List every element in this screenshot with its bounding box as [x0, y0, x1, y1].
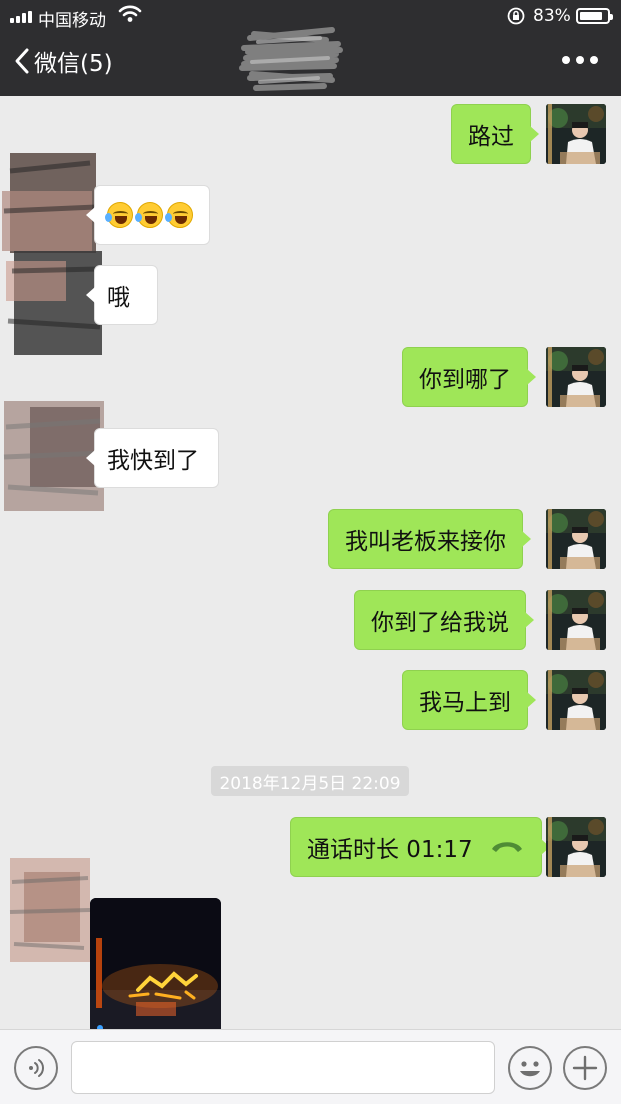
chat-title-redacted [239, 27, 343, 91]
message-bubble-outgoing[interactable]: 你到哪了 [402, 347, 536, 407]
neon-sign-photo [90, 898, 221, 1029]
battery-icon [576, 8, 613, 24]
more-dot-icon [562, 56, 570, 64]
laughing-tears-emoji-icon [135, 202, 163, 228]
input-bar [0, 1029, 621, 1104]
more-dot-icon [590, 56, 598, 64]
rotation-lock-icon [506, 6, 526, 31]
message-text: 哦 [107, 285, 130, 311]
portrait-image [546, 670, 606, 730]
timestamp-label: 2018年12月5日 22:09 [211, 766, 409, 796]
nav-header: 中国移动 83% 微信(5) [0, 0, 621, 96]
my-avatar[interactable] [546, 590, 606, 650]
wifi-icon [118, 5, 142, 28]
message-input[interactable] [71, 1041, 495, 1094]
signal-icon [10, 11, 32, 23]
portrait-image [546, 817, 606, 877]
my-avatar[interactable] [546, 817, 606, 877]
laughing-tears-emoji-icon [165, 202, 193, 228]
portrait-image [546, 590, 606, 650]
message-text: 你到哪了 [419, 367, 511, 393]
my-avatar[interactable] [546, 670, 606, 730]
my-avatar[interactable] [546, 104, 606, 164]
emoji-row [105, 202, 197, 228]
back-button-label: 微信(5) [34, 51, 113, 77]
carrier-label: 中国移动 [38, 11, 106, 31]
message-bubble-incoming[interactable]: 我快到了 [86, 428, 219, 488]
phone-hangup-icon [489, 834, 525, 860]
message-text: 你到了给我说 [371, 610, 509, 636]
plus-icon [572, 1055, 598, 1081]
portrait-image [546, 509, 606, 569]
voice-input-button[interactable] [14, 1046, 58, 1090]
message-bubble-outgoing[interactable]: 我叫老板来接你 [328, 509, 531, 569]
contact-avatar-redacted[interactable] [4, 852, 94, 970]
message-text: 我叫老板来接你 [345, 529, 506, 555]
message-text: 通话时长 01:17 [307, 837, 473, 863]
more-functions-button[interactable] [563, 1046, 607, 1090]
laughing-tears-emoji-icon [105, 202, 133, 228]
chevron-left-icon [15, 48, 29, 74]
portrait-image [546, 347, 606, 407]
message-bubble-incoming[interactable]: 哦 [86, 265, 158, 325]
message-list[interactable]: 路过 哦 你到哪了 我快到了 我叫老板来接你 你到了给我说 我马上到 2018年… [0, 96, 621, 1029]
message-bubble-outgoing[interactable]: 路过 [451, 104, 539, 164]
message-bubble-incoming[interactable] [86, 185, 210, 245]
image-message[interactable] [90, 898, 221, 1029]
contact-avatar-redacted[interactable] [0, 151, 104, 357]
smiley-icon [520, 1061, 540, 1077]
voice-icon [29, 1059, 44, 1077]
more-options-button[interactable] [562, 50, 598, 70]
battery-percent: 83% [533, 6, 571, 26]
message-text: 路过 [468, 124, 514, 150]
emoji-button[interactable] [508, 1046, 552, 1090]
message-bubble-outgoing[interactable]: 我马上到 [402, 670, 536, 730]
message-text: 我快到了 [107, 448, 199, 474]
message-bubble-outgoing[interactable]: 你到了给我说 [354, 590, 534, 650]
my-avatar[interactable] [546, 509, 606, 569]
call-record-bubble[interactable]: 通话时长 01:17 [290, 817, 550, 877]
more-dot-icon [576, 56, 584, 64]
portrait-image [546, 104, 606, 164]
back-button[interactable]: 微信(5) [14, 44, 113, 78]
message-text: 我马上到 [419, 690, 511, 716]
my-avatar[interactable] [546, 347, 606, 407]
